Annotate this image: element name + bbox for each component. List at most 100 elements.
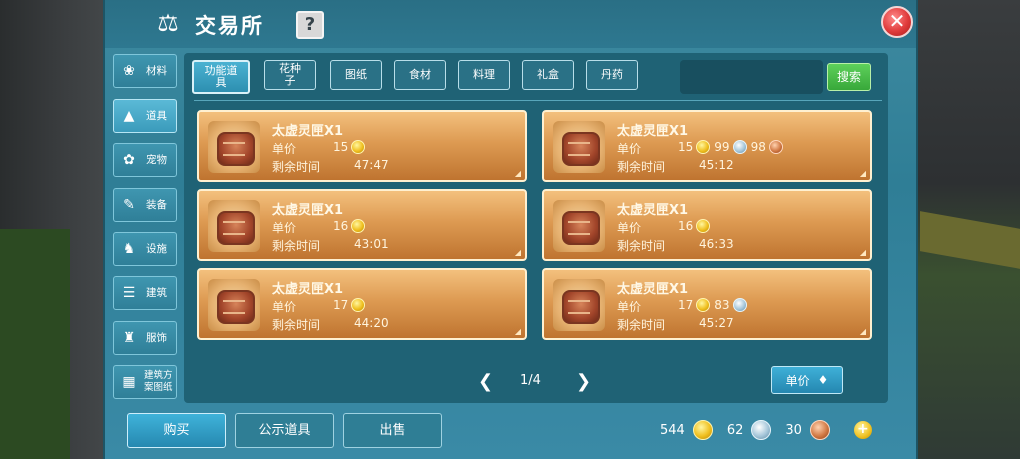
- tab-label: 功能道具: [204, 64, 238, 89]
- price-row: 17 83: [678, 298, 751, 312]
- sidebar-item-buildings[interactable]: ☰ 建筑: [113, 276, 177, 310]
- sidebar-item-facilities[interactable]: ♞ 设施: [113, 232, 177, 266]
- gold-amount: 15: [678, 140, 694, 154]
- price-row: 16: [678, 219, 714, 233]
- add-currency-button[interactable]: +: [853, 421, 872, 439]
- price-row: 15: [333, 140, 369, 154]
- item-name: 太虚灵匣X1: [272, 282, 344, 297]
- gold-coin-icon: [351, 298, 366, 312]
- spirit-box-icon: [553, 279, 605, 331]
- price-label: 单价: [617, 221, 642, 235]
- public-items-button[interactable]: 公示道具: [235, 413, 334, 448]
- gold-coin-icon: [696, 298, 711, 312]
- gold-amount: 15: [333, 140, 349, 154]
- sidebar-item-label: 设施: [146, 243, 167, 255]
- sidebar-item-clothes[interactable]: ♜ 服饰: [113, 321, 177, 355]
- tab-label: 丹药: [601, 68, 623, 81]
- sidebar-item-blueprints[interactable]: ▦ 建筑方案图纸: [113, 365, 177, 399]
- corner-mark-icon: ◢: [514, 169, 521, 178]
- tab-ingredients[interactable]: 食材: [394, 60, 446, 90]
- sidebar-item-pets[interactable]: ✿ 宠物: [113, 143, 177, 177]
- time-left-value: 43:01: [354, 237, 389, 251]
- price-label: 单价: [617, 142, 642, 156]
- listing-card[interactable]: 太虚灵匣X1 单价 17 83 剩余时间 45:27 ◢: [542, 268, 872, 340]
- time-left-label: 剩余时间: [617, 160, 666, 174]
- time-left-value: 47:47: [354, 158, 389, 172]
- search-input[interactable]: [680, 60, 823, 94]
- close-button[interactable]: ✕: [881, 6, 913, 38]
- tab-function-items[interactable]: 功能道具: [192, 60, 250, 94]
- sort-by-price-button[interactable]: 单价 ♦: [771, 366, 843, 394]
- page-next-button[interactable]: ❯: [576, 371, 591, 392]
- time-left-label: 剩余时间: [272, 318, 321, 332]
- tab-elixirs[interactable]: 丹药: [586, 60, 638, 90]
- silver-amount: 99: [714, 140, 730, 154]
- sell-button[interactable]: 出售: [343, 413, 442, 448]
- paw-icon: ✿: [123, 152, 135, 168]
- sort-label: 单价: [785, 373, 810, 388]
- gold-balance: 544: [660, 422, 685, 438]
- listing-card[interactable]: 太虚灵匣X1 单价 15 剩余时间 47:47 ◢: [197, 110, 527, 182]
- sword-icon: ✎: [123, 197, 135, 213]
- page-prev-button[interactable]: ❮: [478, 371, 493, 392]
- buy-button[interactable]: 购买: [127, 413, 226, 448]
- listing-card[interactable]: 太虚灵匣X1 单价 16 剩余时间 43:01 ◢: [197, 189, 527, 261]
- tab-label: 料理: [473, 68, 495, 81]
- tab-cuisine[interactable]: 料理: [458, 60, 510, 90]
- time-left-value: 45:12: [699, 158, 734, 172]
- price-label: 单价: [617, 300, 642, 314]
- sidebar-item-label: 材料: [146, 65, 167, 77]
- corner-mark-icon: ◢: [514, 248, 521, 257]
- blueprint-icon: ▦: [122, 374, 136, 390]
- gold-amount: 16: [678, 219, 694, 233]
- silver-coin-icon: [751, 420, 772, 440]
- background-left: [0, 0, 110, 459]
- silver-coin-icon: [732, 140, 747, 154]
- sort-arrow-icon: ♦: [817, 373, 829, 387]
- gold-amount: 17: [333, 298, 349, 312]
- gold-amount: 17: [678, 298, 694, 312]
- sidebar-item-equipment[interactable]: ✎ 装备: [113, 188, 177, 222]
- sidebar-item-items[interactable]: ▲ 道具: [113, 99, 177, 133]
- copper-coin-icon: [768, 140, 783, 154]
- sidebar-item-materials[interactable]: ❀ 材料: [113, 54, 177, 88]
- price-row: 17: [333, 298, 369, 312]
- window-title: 交易所: [195, 14, 264, 38]
- sidebar-item-label: 建筑: [146, 287, 167, 299]
- tab-label: 花种子: [279, 62, 301, 87]
- search-button[interactable]: 搜索: [827, 63, 871, 91]
- corner-mark-icon: ◢: [859, 327, 866, 336]
- listing-card[interactable]: 太虚灵匣X1 单价 17 剩余时间 44:20 ◢: [197, 268, 527, 340]
- background-right: [910, 0, 1020, 459]
- listing-card[interactable]: 太虚灵匣X1 单价 16 剩余时间 46:33 ◢: [542, 189, 872, 261]
- silver-balance: 62: [726, 422, 744, 438]
- copper-coin-icon: [809, 420, 830, 440]
- gold-coin-icon: [696, 219, 711, 233]
- trading-window: ⚖ 交易所 ? ✕ ❀ 材料 ▲ 道具 ✿ 宠物 ✎ 装备 ♞ 设施 ☰ 建筑: [103, 0, 918, 459]
- title-bar: ⚖ 交易所 ? ✕: [105, 0, 916, 48]
- page-indicator: 1/4: [520, 373, 541, 388]
- help-button[interactable]: ?: [296, 11, 324, 39]
- tab-blueprints[interactable]: 图纸: [330, 60, 382, 90]
- silver-coin-icon: [732, 298, 747, 312]
- spirit-box-icon: [208, 121, 260, 173]
- price-label: 单价: [272, 300, 297, 314]
- tab-flower-seeds[interactable]: 花种子: [264, 60, 316, 90]
- time-left-label: 剩余时间: [272, 239, 321, 253]
- gold-amount: 16: [333, 219, 349, 233]
- spirit-box-icon: [553, 200, 605, 252]
- divider: [194, 100, 882, 101]
- tab-gift-box[interactable]: 礼盒: [522, 60, 574, 90]
- cotton-icon: ❀: [123, 63, 135, 79]
- price-label: 单价: [272, 142, 297, 156]
- tab-label: 图纸: [345, 68, 367, 81]
- time-left-label: 剩余时间: [617, 239, 666, 253]
- listing-card[interactable]: 太虚灵匣X1 单价 15 99 98 剩余时间 45:12 ◢: [542, 110, 872, 182]
- sidebar-item-label: 装备: [146, 199, 167, 211]
- sidebar-item-label: 道具: [146, 110, 167, 122]
- gold-coin-icon: [696, 140, 711, 154]
- sidebar-item-label: 宠物: [146, 154, 167, 166]
- time-left-value: 46:33: [699, 237, 734, 251]
- gold-coin-icon: [692, 420, 713, 440]
- tab-label: 礼盒: [537, 68, 559, 81]
